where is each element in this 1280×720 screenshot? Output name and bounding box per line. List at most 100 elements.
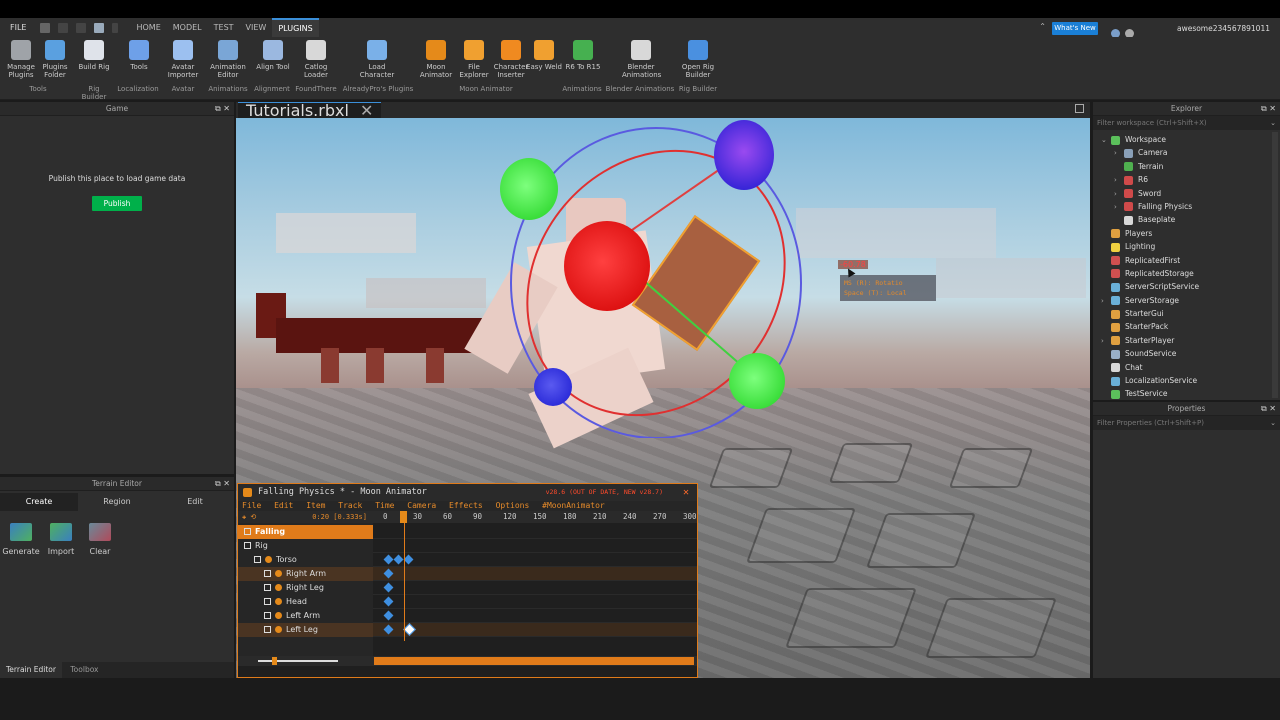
track-row[interactable]: Rig [238, 539, 373, 553]
maximize-icon[interactable] [1075, 104, 1084, 113]
explorer-item[interactable]: Players [1093, 227, 1280, 240]
frame-ruler[interactable]: 0 30 60 90 120 150 180 210 240 270 300 [373, 511, 697, 523]
tab-model[interactable]: MODEL [167, 18, 208, 37]
track-lane[interactable] [373, 581, 697, 595]
track-lane[interactable] [373, 525, 697, 539]
build-rig-button[interactable]: Build Rig [75, 39, 113, 71]
explorer-item[interactable]: › Camera [1093, 146, 1280, 159]
panel-controls[interactable]: ⧉ ✕ [1261, 102, 1276, 116]
tab-terrain-editor[interactable]: Terrain Editor [0, 662, 62, 678]
easy-weld-button[interactable]: Easy Weld [525, 39, 563, 71]
track-lane[interactable] [373, 623, 697, 637]
generate-button[interactable]: Generate [1, 521, 41, 556]
panel-controls[interactable]: ⧉ ✕ [1261, 402, 1276, 416]
explorer-item[interactable]: Chat [1093, 361, 1280, 374]
explorer-item[interactable]: › StarterPlayer [1093, 334, 1280, 347]
document-tab[interactable]: Tutorials.rbxl ✕ [238, 102, 382, 119]
catlog-loader-button[interactable]: Catlog Loader [297, 39, 335, 79]
explorer-item[interactable]: ReplicatedStorage [1093, 267, 1280, 280]
gizmo-blue-handle-2[interactable] [534, 368, 572, 406]
track-row[interactable]: Torso [238, 553, 373, 567]
collapse-icon[interactable] [264, 584, 271, 591]
menu-options[interactable]: Options [496, 501, 530, 510]
track-lane[interactable] [373, 595, 697, 609]
close-icon[interactable]: ✕ [683, 484, 689, 501]
menu-edit[interactable]: Edit [274, 501, 293, 510]
track-lane[interactable] [373, 539, 697, 553]
track-row[interactable]: Right Leg [238, 581, 373, 595]
collapse-icon[interactable] [264, 598, 271, 605]
plugins-folder-button[interactable]: Plugins Folder [36, 39, 74, 79]
tab-region[interactable]: Region [78, 493, 156, 511]
publish-button[interactable]: Publish [92, 196, 142, 211]
chevron-right-icon[interactable]: › [1101, 295, 1111, 308]
menu-hashtag[interactable]: #MoonAnimator [542, 501, 605, 510]
collapse-icon[interactable] [264, 626, 271, 633]
zoom-slider-handle[interactable] [272, 657, 277, 665]
load-character-button[interactable]: Load Character [358, 39, 396, 79]
track-lane[interactable] [373, 609, 697, 623]
menu-time[interactable]: Time [375, 501, 394, 510]
chevron-right-icon[interactable]: › [1114, 147, 1124, 160]
new-file-icon[interactable] [40, 22, 51, 33]
zoom-slider[interactable] [258, 660, 338, 662]
explorer-item[interactable]: ⌄ Workspace [1093, 133, 1280, 146]
clear-button[interactable]: Clear [80, 521, 120, 556]
animation-editor-button[interactable]: Animation Editor [209, 39, 247, 79]
explorer-item[interactable]: TestService [1093, 387, 1280, 400]
menu-camera[interactable]: Camera [407, 501, 436, 510]
r6-to-r15-button[interactable]: R6 To R15 [564, 39, 602, 71]
chevron-down-icon[interactable]: ⌄ [1270, 116, 1276, 130]
explorer-item[interactable]: › ServerStorage [1093, 294, 1280, 307]
tab-edit[interactable]: Edit [156, 493, 234, 511]
add-track-icon[interactable]: ✚ ⟲ [242, 513, 256, 521]
import-button[interactable]: Import [41, 521, 81, 556]
track-row[interactable]: Left Arm [238, 609, 373, 623]
username[interactable]: awesome234567891011 [1177, 22, 1270, 35]
avatar-importer-button[interactable]: Avatar Importer [164, 39, 202, 79]
gizmo-red-handle[interactable] [564, 221, 650, 311]
track-lane[interactable] [373, 553, 697, 567]
menu-effects[interactable]: Effects [449, 501, 483, 510]
moon-animator-titlebar[interactable]: Falling Physics * - Moon Animator v28.6 … [238, 484, 697, 501]
dropdown-icon[interactable] [112, 22, 119, 33]
chevron-right-icon[interactable]: › [1114, 188, 1124, 201]
track-row[interactable]: Falling [238, 525, 373, 539]
blender-animations-button[interactable]: Blender Animations [622, 39, 661, 79]
panel-controls[interactable]: ⧉ ✕ [215, 477, 230, 491]
chevron-right-icon[interactable]: › [1114, 174, 1124, 187]
gizmo-blue-handle[interactable] [714, 120, 774, 190]
collapse-ribbon-icon[interactable]: ⌃ [1039, 22, 1046, 31]
open-rig-builder-button[interactable]: Open Rig Builder [679, 39, 717, 79]
chevron-down-icon[interactable]: ⌄ [1270, 416, 1276, 430]
explorer-item[interactable]: StarterGui [1093, 307, 1280, 320]
chevron-down-icon[interactable]: ⌄ [1101, 134, 1111, 147]
menu-track[interactable]: Track [338, 501, 362, 510]
tab-view[interactable]: VIEW [240, 18, 273, 37]
timeline-scrollbar[interactable] [374, 657, 694, 665]
align-tool-button[interactable]: Align Tool [254, 39, 292, 71]
playhead[interactable] [404, 523, 405, 641]
track-row[interactable]: Right Arm [238, 567, 373, 581]
manage-plugins-button[interactable]: Manage Plugins [2, 39, 40, 79]
tab-create[interactable]: Create [0, 493, 78, 511]
tools-button[interactable]: Tools [120, 39, 158, 71]
explorer-item[interactable]: LocalizationService [1093, 374, 1280, 387]
explorer-item[interactable]: Baseplate [1093, 213, 1280, 226]
tab-home[interactable]: HOME [130, 18, 166, 37]
gizmo-green-handle-2[interactable] [729, 353, 785, 409]
redo-icon[interactable] [76, 22, 87, 33]
explorer-item[interactable]: ReplicatedFirst [1093, 254, 1280, 267]
explorer-item[interactable]: Terrain [1093, 160, 1280, 173]
tab-test[interactable]: TEST [208, 18, 240, 37]
explorer-filter-input[interactable]: Filter workspace (Ctrl+Shift+X) ⌄ [1093, 116, 1280, 130]
collapse-icon[interactable] [264, 612, 271, 619]
track-row[interactable]: Left Leg [238, 623, 373, 637]
gizmo-green-handle[interactable] [500, 158, 558, 220]
explorer-scrollbar[interactable] [1272, 132, 1278, 398]
explorer-item[interactable]: Lighting [1093, 240, 1280, 253]
properties-filter-input[interactable]: Filter Properties (Ctrl+Shift+P) ⌄ [1093, 416, 1280, 430]
explorer-item[interactable]: ServerScriptService [1093, 280, 1280, 293]
file-menu[interactable]: FILE [0, 18, 36, 37]
tab-plugins[interactable]: PLUGINS [272, 18, 319, 37]
